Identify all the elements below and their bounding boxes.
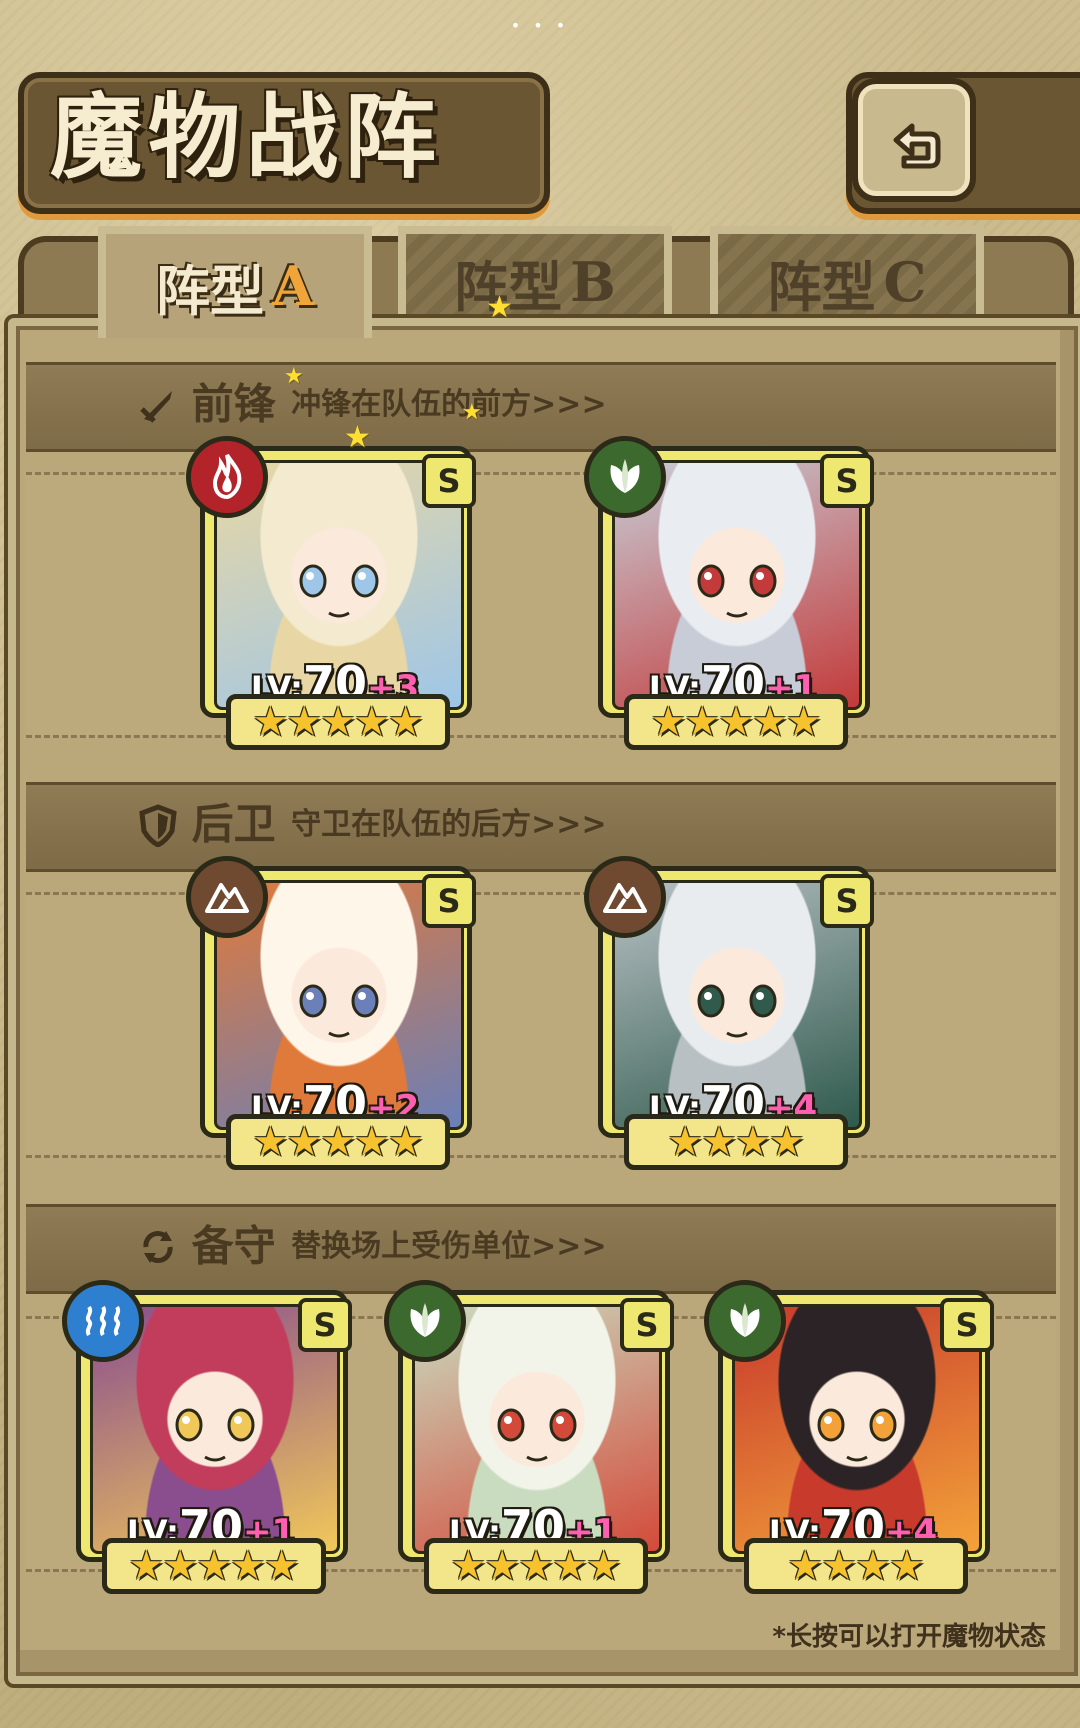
rank-badge: S xyxy=(298,1298,352,1352)
back-arrow-icon xyxy=(893,123,941,169)
star-icon: ★ xyxy=(855,1543,891,1589)
nature-element-icon xyxy=(610,459,640,493)
star-icon: ★ xyxy=(735,1119,771,1165)
star-icon: ★ xyxy=(320,1119,356,1165)
star-rating: ★ ★ ★ ★ xyxy=(744,1538,968,1594)
star-icon: ★ xyxy=(450,1543,487,1589)
shield-icon xyxy=(139,803,177,847)
fire-element-icon xyxy=(212,453,242,500)
back-button[interactable] xyxy=(852,78,976,202)
nature-element-badge xyxy=(384,1280,466,1362)
star-icon: ★ xyxy=(387,699,424,745)
fire-element-badge xyxy=(186,436,268,518)
vanguard-row xyxy=(26,472,1056,738)
star-rating: ★ ★ ★ ★ ★ xyxy=(226,694,450,750)
rank-badge: S xyxy=(820,454,874,508)
monster-card[interactable]: S LV:70+3 ★ ★ ★ ★ ★ xyxy=(186,436,476,750)
more-dots-icon: • • • xyxy=(510,16,570,35)
tab-letter: B xyxy=(570,250,616,314)
section-name: 前锋 xyxy=(191,379,276,429)
sparkle-icon: ★ xyxy=(462,400,482,425)
star-icon: ★ xyxy=(353,699,390,745)
page-title: 魔物战阵 xyxy=(50,83,443,191)
star-icon: ★ xyxy=(263,1543,300,1589)
star-icon: ★ xyxy=(229,1543,266,1589)
star-icon: ★ xyxy=(252,699,289,745)
star-icon: ★ xyxy=(252,1119,289,1165)
nature-element-badge xyxy=(584,436,666,518)
rank-badge: S xyxy=(940,1298,994,1352)
star-icon: ★ xyxy=(888,1543,925,1589)
rank-badge: S xyxy=(422,874,476,928)
star-icon: ★ xyxy=(518,1543,554,1589)
tab-formation-c[interactable]: 阵型 C xyxy=(710,226,984,330)
star-icon: ★ xyxy=(551,1543,588,1589)
monster-card[interactable]: S LV:70+1 ★ ★ ★ ★ ★ xyxy=(62,1280,352,1594)
rearguard-row xyxy=(26,892,1056,1158)
star-icon: ★ xyxy=(785,699,822,745)
star-icon: ★ xyxy=(650,699,687,745)
star-rating: ★ ★ ★ ★ ★ xyxy=(424,1538,648,1594)
rank-badge: S xyxy=(820,874,874,928)
star-icon: ★ xyxy=(286,699,323,745)
star-icon: ★ xyxy=(353,1119,390,1165)
star-rating: ★ ★ ★ ★ xyxy=(624,1114,848,1170)
star-rating: ★ ★ ★ ★ ★ xyxy=(226,1114,450,1170)
star-icon: ★ xyxy=(718,699,754,745)
star-rating: ★ ★ ★ ★ ★ xyxy=(102,1538,326,1594)
rank-badge: S xyxy=(422,454,476,508)
section-desc: 冲锋在队伍的前方>>> xyxy=(291,386,607,422)
star-icon: ★ xyxy=(701,1119,737,1165)
earth-element-badge xyxy=(186,856,268,938)
star-icon: ★ xyxy=(585,1543,622,1589)
star-icon: ★ xyxy=(821,1543,857,1589)
star-icon: ★ xyxy=(286,1119,323,1165)
star-icon: ★ xyxy=(320,699,356,745)
section-header-vanguard: 前锋 冲锋在队伍的前方>>> xyxy=(136,362,607,446)
star-rating: ★ ★ ★ ★ ★ xyxy=(624,694,848,750)
star-icon: ★ xyxy=(162,1543,199,1589)
star-icon: ★ xyxy=(196,1543,232,1589)
star-icon: ★ xyxy=(128,1543,165,1589)
star-icon: ★ xyxy=(667,1119,704,1165)
tab-letter: C xyxy=(883,250,927,314)
nature-element-icon xyxy=(410,1303,440,1337)
star-icon: ★ xyxy=(387,1119,424,1165)
section-name: 后卫 xyxy=(191,799,276,849)
star-icon: ★ xyxy=(787,1543,824,1589)
sparkle-icon: ★ xyxy=(284,364,304,389)
tab-letter: A xyxy=(272,254,314,318)
monster-card[interactable]: S LV:70+4 ★ ★ ★ ★ xyxy=(584,856,874,1170)
rank-badge: S xyxy=(620,1298,674,1352)
earth-element-icon xyxy=(603,883,647,913)
monster-card[interactable]: S LV:70+1 ★ ★ ★ ★ ★ xyxy=(584,436,874,750)
star-icon: ★ xyxy=(484,1543,521,1589)
section-header-rearguard: 后卫 守卫在队伍的后方>>> xyxy=(136,782,607,866)
section-header-reserve: 备守 替换场上受伤单位>>> xyxy=(136,1204,607,1288)
swap-icon xyxy=(143,1230,173,1263)
water-element-icon xyxy=(85,1305,121,1337)
nature-element-badge xyxy=(704,1280,786,1362)
earth-element-icon xyxy=(205,883,249,913)
section-desc: 替换场上受伤单位>>> xyxy=(291,1228,607,1264)
nature-element-icon xyxy=(730,1303,760,1337)
tab-label: 阵型 xyxy=(156,258,265,323)
section-name: 备守 xyxy=(191,1221,276,1271)
long-press-hint: *长按可以打开魔物状态 xyxy=(772,1622,1046,1652)
sword-icon xyxy=(140,390,172,423)
star-icon: ★ xyxy=(684,699,721,745)
tab-formation-b[interactable]: 阵型 B xyxy=(398,226,672,330)
monster-card[interactable]: S LV:70+1 ★ ★ ★ ★ ★ xyxy=(384,1280,674,1594)
tab-formation-a[interactable]: 阵型 A xyxy=(98,226,372,338)
monster-card[interactable]: S LV:70+4 ★ ★ ★ ★ xyxy=(704,1280,994,1594)
tab-label: 阵型 xyxy=(767,254,876,319)
sparkle-icon: ★ xyxy=(344,420,371,455)
earth-element-badge xyxy=(584,856,666,938)
monster-card[interactable]: S LV:70+2 ★ ★ ★ ★ ★ xyxy=(186,856,476,1170)
star-icon: ★ xyxy=(751,699,788,745)
star-icon: ★ xyxy=(768,1119,805,1165)
sparkle-icon: ★ xyxy=(486,290,513,325)
water-element-badge xyxy=(62,1280,144,1362)
section-desc: 守卫在队伍的后方>>> xyxy=(291,806,607,842)
